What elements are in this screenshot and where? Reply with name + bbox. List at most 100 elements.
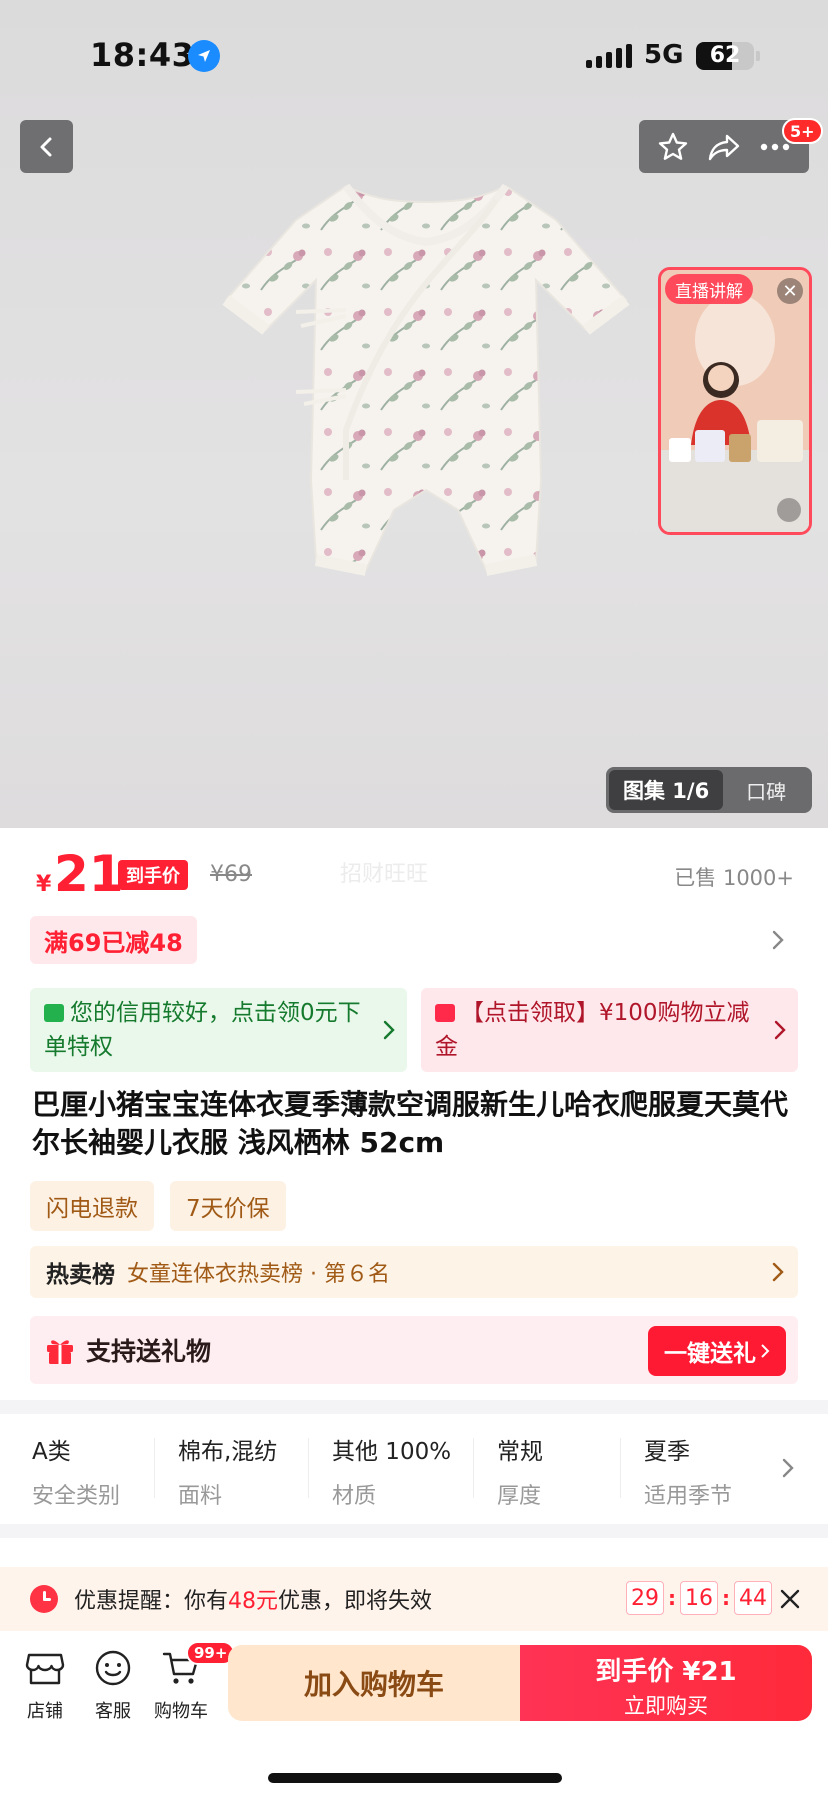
product-title: 巴厘小猪宝宝连体衣夏季薄款空调服新生儿哈衣爬服夏天莫代尔长袖婴儿衣服 浅风栖林 … xyxy=(32,1088,789,1159)
spec-divider xyxy=(154,1438,155,1498)
timer-minutes: 16 xyxy=(680,1581,718,1615)
product-image-gallery[interactable]: 18:43 5G 62 5+ 直播讲解 ✕ 图集 1/6 口碑 xyxy=(0,0,828,828)
buy-now-button[interactable]: 到手价 ¥21 立即购买 xyxy=(520,1645,812,1721)
chevron-right-icon xyxy=(761,1344,770,1358)
signal-icon xyxy=(586,44,632,68)
add-to-cart-button[interactable]: 加入购物车 xyxy=(228,1645,520,1721)
buy-label: 立即购买 xyxy=(624,1694,708,1718)
timer-separator: : xyxy=(668,1586,676,1610)
spec-key: 材质 xyxy=(332,1484,377,1509)
chat-smile-icon xyxy=(95,1650,131,1686)
original-price: ¥69 xyxy=(210,862,252,887)
shopping-bag-icon xyxy=(44,1004,64,1022)
tab-reviews[interactable]: 口碑 xyxy=(723,776,809,805)
final-price: 21 xyxy=(54,845,124,903)
spec-value: A类 xyxy=(32,1439,71,1465)
credit-privilege-card[interactable]: 您的信用较好，点击领0元下单特权 xyxy=(30,988,407,1072)
timer-seconds: 44 xyxy=(734,1581,772,1615)
store-button[interactable]: 店铺 xyxy=(10,1649,80,1723)
coupon-card[interactable]: 【点击领取】¥100购物立减金 xyxy=(421,988,798,1072)
status-time: 18:43 xyxy=(90,36,195,74)
discount-reminder[interactable]: 优惠提醒：你有48元优惠，即将失效 29 : 16 : 44 xyxy=(0,1567,828,1631)
service-label: 客服 xyxy=(95,1701,131,1722)
spec-key: 适用季节 xyxy=(644,1484,733,1509)
spec-item: 夏季 适用季节 xyxy=(644,1432,732,1509)
favorite-button[interactable] xyxy=(653,127,693,167)
section-divider xyxy=(0,1524,828,1538)
more-dots-icon xyxy=(761,143,790,150)
store-label: 店铺 xyxy=(27,1701,63,1722)
ranking-row[interactable]: 热卖榜 女童连体衣热卖榜 · 第６名 xyxy=(30,1246,798,1298)
network-type: 5G xyxy=(644,40,684,70)
spec-key: 安全类别 xyxy=(32,1484,121,1509)
buy-price-line: 到手价 ¥21 xyxy=(595,1657,737,1687)
spec-key: 厚度 xyxy=(497,1484,542,1509)
star-icon xyxy=(658,132,687,160)
card-icon xyxy=(435,1004,455,1022)
spec-value: 夏季 xyxy=(644,1439,690,1465)
currency-symbol: ¥ xyxy=(36,872,52,897)
live-label: 直播讲解 xyxy=(665,274,753,304)
battery-level: 62 xyxy=(709,43,741,68)
reminder-suffix: 优惠，即将失效 xyxy=(278,1589,433,1614)
clock-icon xyxy=(30,1585,58,1613)
section-divider xyxy=(0,1400,828,1414)
spec-value: 棉布,混纺 xyxy=(178,1439,278,1465)
ranking-badge: 热卖榜 xyxy=(46,1262,115,1288)
service-tag-price-protect[interactable]: 7天价保 xyxy=(170,1181,286,1231)
gallery-tabs: 图集 1/6 口碑 xyxy=(606,767,812,813)
product-detail-page: 18:43 5G 62 5+ 直播讲解 ✕ 图集 1/6 口碑 ¥ 21 到手价… xyxy=(0,0,828,1795)
chevron-right-icon xyxy=(766,1260,790,1284)
live-stream-window[interactable]: 直播讲解 ✕ xyxy=(658,267,812,535)
close-icon xyxy=(780,1589,800,1609)
live-close-button[interactable]: ✕ xyxy=(777,278,803,304)
price-row: ¥ 21 到手价 ¥69 招财旺旺 已售 1000+ xyxy=(34,846,794,902)
ranking-text: 女童连体衣热卖榜 · 第６名 xyxy=(127,1262,390,1287)
reminder-prefix: 优惠提醒：你有 xyxy=(74,1589,229,1614)
cart-label: 购物车 xyxy=(154,1701,208,1722)
product-photo[interactable] xyxy=(196,180,656,660)
service-tags: 闪电退款 7天价保 xyxy=(30,1181,286,1231)
countdown-timer: 29 : 16 : 44 xyxy=(626,1581,772,1615)
share-icon xyxy=(708,134,740,160)
timer-separator: : xyxy=(722,1586,730,1610)
chevron-right-icon xyxy=(766,928,790,952)
spec-divider xyxy=(620,1438,621,1498)
spec-item: A类 安全类别 xyxy=(32,1432,120,1509)
promotion-row[interactable]: 满69已减48 xyxy=(30,916,798,966)
back-button[interactable] xyxy=(20,120,73,173)
share-button[interactable] xyxy=(704,127,744,167)
customer-service-button[interactable]: 客服 xyxy=(78,1649,148,1723)
close-reminder-button[interactable] xyxy=(774,1583,806,1615)
chevron-right-icon xyxy=(383,1016,395,1050)
credit-privilege-text: 您的信用较好，点击领0元下单特权 xyxy=(44,1000,361,1060)
cart-button[interactable]: 99+ 购物车 xyxy=(146,1641,236,1723)
location-arrow-icon xyxy=(188,40,220,72)
spec-item: 常规 厚度 xyxy=(497,1432,543,1509)
promotion-tag: 满69已减48 xyxy=(30,916,197,964)
benefit-row: 您的信用较好，点击领0元下单特权 【点击领取】¥100购物立减金 xyxy=(30,988,798,1072)
reminder-amount: 48元 xyxy=(228,1589,279,1614)
home-indicator[interactable] xyxy=(268,1773,562,1783)
chevron-right-icon xyxy=(776,1456,800,1480)
store-icon xyxy=(25,1653,65,1685)
gift-text: 支持送礼物 xyxy=(86,1337,212,1366)
service-tag-refund[interactable]: 闪电退款 xyxy=(30,1181,154,1231)
tab-gallery[interactable]: 图集 1/6 xyxy=(609,770,724,810)
bottom-action-bar: 店铺 客服 99+ 购物车 加入购物车 到手价 ¥21 立即购买 xyxy=(0,1631,828,1795)
send-gift-label: 一键送礼 xyxy=(664,1341,756,1367)
spec-divider xyxy=(308,1438,309,1498)
status-bar: 18:43 5G 62 xyxy=(0,0,828,110)
send-gift-button[interactable]: 一键送礼 xyxy=(648,1326,786,1376)
live-stream-preview xyxy=(661,270,809,532)
reminder-text: 优惠提醒：你有48元优惠，即将失效 xyxy=(74,1583,432,1615)
battery-tip xyxy=(756,51,760,61)
mute-icon[interactable] xyxy=(777,498,801,522)
sold-count: 已售 1000+ xyxy=(674,866,794,890)
spec-row[interactable]: A类 安全类别 棉布,混纺 面料 其他 100% 材质 常规 厚度 夏季 适用季… xyxy=(0,1414,828,1524)
chevron-right-icon xyxy=(774,1016,786,1050)
spec-item: 其他 100% 材质 xyxy=(332,1432,451,1509)
watermark: 招财旺旺 xyxy=(340,862,429,887)
gift-row[interactable]: 支持送礼物 一键送礼 xyxy=(30,1316,798,1384)
coupon-text: 【点击领取】¥100购物立减金 xyxy=(435,1000,750,1060)
